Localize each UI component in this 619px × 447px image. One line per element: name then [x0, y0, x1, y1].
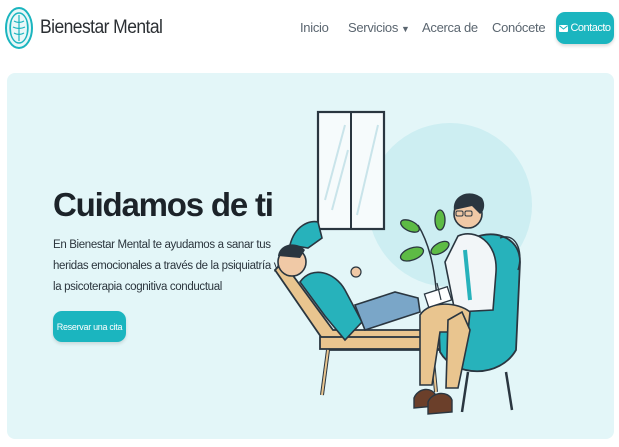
- caret-down-icon: ▼: [401, 24, 410, 34]
- therapy-session-illustration: [273, 110, 532, 415]
- hero-title: Cuidamos de ti: [53, 186, 274, 223]
- hero-description: En Bienestar Mental te ayudamos a sanar …: [53, 239, 280, 293]
- navbar: Bienestar Mental Inicio Servicios ▼ Acerc…: [0, 0, 619, 60]
- contact-button-label: Contacto: [570, 22, 611, 34]
- contact-button[interactable]: Contacto: [556, 12, 614, 44]
- brand-link[interactable]: Bienestar Mental: [4, 6, 173, 50]
- brand-name: Bienestar Mental: [40, 17, 163, 38]
- book-appointment-button[interactable]: Reservar una cita: [53, 311, 126, 342]
- brain-circle-icon: [5, 7, 33, 49]
- nav-link-label: Servicios: [348, 20, 399, 35]
- nav-link-servicios[interactable]: Servicios ▼: [348, 20, 410, 35]
- nav-link-inicio[interactable]: Inicio: [300, 20, 329, 35]
- mail-icon: [559, 24, 569, 32]
- nav-link-acerca[interactable]: Acerca de: [422, 20, 478, 35]
- nav-link-conocete[interactable]: Conócete: [492, 20, 546, 35]
